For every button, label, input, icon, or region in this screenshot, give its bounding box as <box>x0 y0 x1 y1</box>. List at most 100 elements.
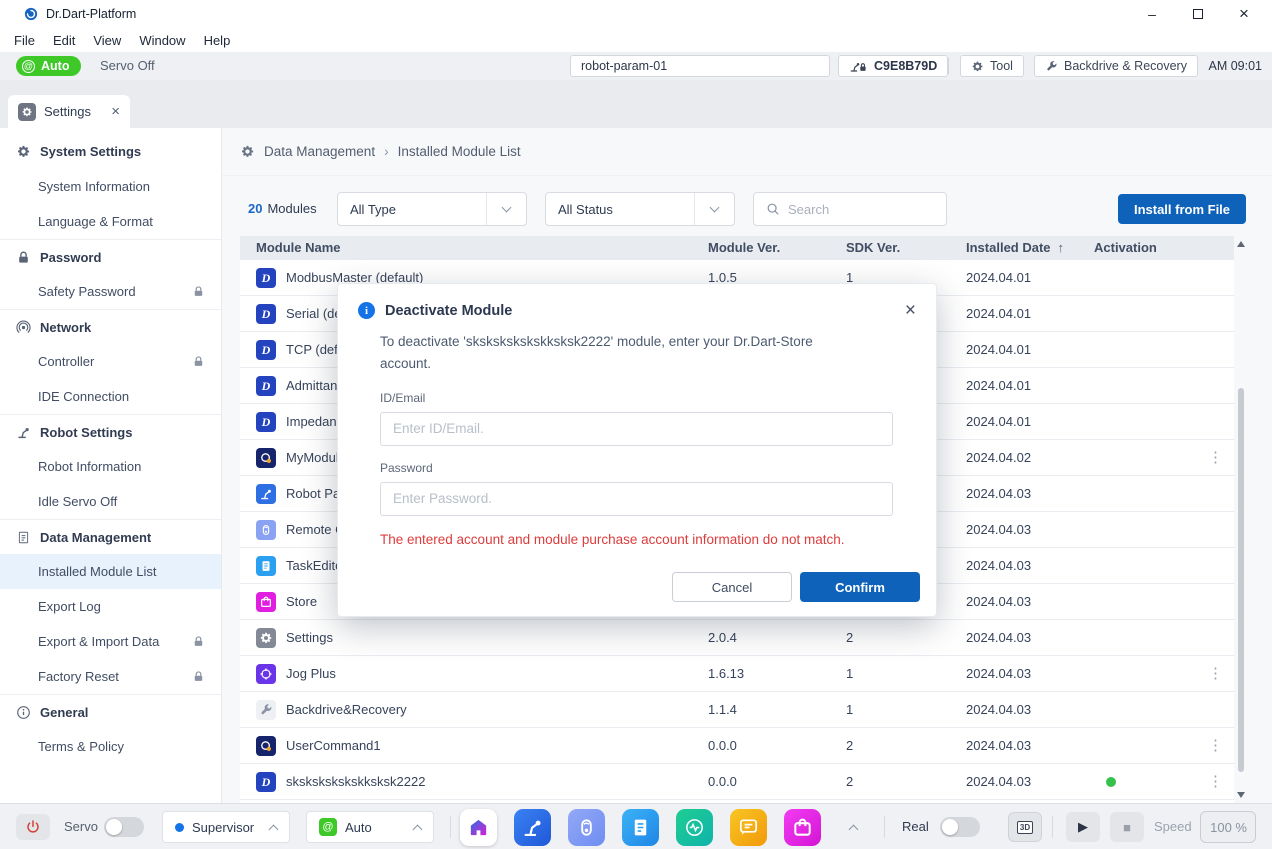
menu-edit[interactable]: Edit <box>44 33 84 48</box>
module-version: 2.0.4 <box>708 620 737 656</box>
auto-mode-label: Auto <box>41 59 69 73</box>
sidebar-item-label: System Information <box>38 179 150 194</box>
sidebar-item-system-settings[interactable]: System Settings <box>0 134 221 169</box>
speed-value-box[interactable]: 100 % <box>1200 811 1256 843</box>
app-message-button[interactable] <box>730 809 767 846</box>
tool-button[interactable]: Tool <box>960 55 1024 77</box>
password-field[interactable] <box>380 482 893 516</box>
table-row-backdrive-recovery[interactable]: Backdrive&Recovery1.1.412024.04.03 <box>240 692 1234 728</box>
table-row-settings[interactable]: Settings2.0.422024.04.03 <box>240 620 1234 656</box>
breadcrumb-page: Installed Module List <box>398 144 521 159</box>
sdk-version: 1 <box>846 692 853 728</box>
status-filter-select[interactable]: All Status <box>545 192 735 226</box>
servo-toggle[interactable] <box>104 817 144 837</box>
table-row-skskskskskskksksk2222[interactable]: Dskskskskskskksksk22220.0.022024.04.03⋮ <box>240 764 1234 800</box>
app-remote-control-button[interactable] <box>568 809 605 846</box>
sort-ascending-icon[interactable]: ↑ <box>1058 240 1065 255</box>
column-header-activation[interactable]: Activation <box>1094 236 1157 260</box>
power-icon <box>25 819 41 835</box>
robot-serial-button[interactable]: C9E8B79D <box>838 55 948 77</box>
column-header-sdk-ver[interactable]: SDK Ver. <box>846 236 900 260</box>
app-home-button[interactable] <box>460 809 497 846</box>
search-input[interactable] <box>788 202 918 217</box>
table-row-usercommand1[interactable]: UserCommand10.0.022024.04.03⋮ <box>240 728 1234 764</box>
menu-help[interactable]: Help <box>195 33 240 48</box>
minimize-button[interactable]: – <box>1144 6 1160 22</box>
auto-mode-badge[interactable]: @ Auto <box>16 56 81 76</box>
mode-select[interactable]: @ Auto <box>306 811 434 843</box>
sidebar-item-label: Export Log <box>38 599 101 614</box>
backdrive-button-label: Backdrive & Recovery <box>1064 59 1187 73</box>
sidebar-item-installed-module-list[interactable]: Installed Module List <box>0 554 221 589</box>
sidebar-item-controller[interactable]: Controller <box>0 344 221 379</box>
store-bag-icon <box>256 592 276 612</box>
status-filter-value: All Status <box>558 202 613 217</box>
simulator-3d-button[interactable]: 3D <box>1008 812 1042 842</box>
scrollbar-thumb[interactable] <box>1238 388 1244 772</box>
app-robot-params-button[interactable] <box>514 809 551 846</box>
sdk-version: 2 <box>846 764 853 800</box>
app-title: Dr.Dart-Platform <box>46 7 136 21</box>
sidebar-item-language-format[interactable]: Language & Format <box>0 204 221 239</box>
type-filter-value: All Type <box>350 202 396 217</box>
tab-close-icon[interactable]: × <box>111 103 120 120</box>
sidebar-item-idle-servo-off[interactable]: Idle Servo Off <box>0 484 221 519</box>
close-window-button[interactable]: × <box>1236 6 1252 22</box>
module-name-cell: Jog Plus <box>256 656 336 692</box>
dock-collapse-icon[interactable] <box>849 825 859 835</box>
maximize-button[interactable] <box>1190 6 1206 22</box>
sidebar-item-label: Robot Settings <box>40 425 132 440</box>
play-button[interactable]: ▶ <box>1066 812 1100 842</box>
column-header-module-name[interactable]: Module Name <box>256 236 341 260</box>
sidebar-item-robot-information[interactable]: Robot Information <box>0 449 221 484</box>
backdrive-recovery-button[interactable]: Backdrive & Recovery <box>1034 55 1198 77</box>
sidebar-item-export-log[interactable]: Export Log <box>0 589 221 624</box>
sidebar-item-data-management[interactable]: Data Management <box>0 519 221 554</box>
app-store-button[interactable] <box>784 809 821 846</box>
confirm-button[interactable]: Confirm <box>800 572 920 602</box>
robot-param-input[interactable] <box>570 55 830 77</box>
sidebar-item-terms-policy[interactable]: Terms & Policy <box>0 729 221 764</box>
filter-bar: 20Modules All Type All Status Install fr… <box>222 192 1272 226</box>
sidebar-item-export-import-data[interactable]: Export & Import Data <box>0 624 221 659</box>
cancel-button[interactable]: Cancel <box>672 572 792 602</box>
sdk-version: 1 <box>846 656 853 692</box>
row-menu-button[interactable]: ⋮ <box>1202 656 1229 692</box>
sidebar-item-system-information[interactable]: System Information <box>0 169 221 204</box>
row-menu-button[interactable]: ⋮ <box>1202 440 1229 476</box>
real-toggle[interactable] <box>940 817 980 837</box>
menu-view[interactable]: View <box>84 33 130 48</box>
column-header-module-ver[interactable]: Module Ver. <box>708 236 780 260</box>
table-row-jog-plus[interactable]: Jog Plus1.6.1312024.04.03⋮ <box>240 656 1234 692</box>
menu-file[interactable]: File <box>5 33 44 48</box>
menu-window[interactable]: Window <box>130 33 194 48</box>
lock-icon <box>192 670 205 683</box>
app-task-editor-button[interactable] <box>622 809 659 846</box>
table-scrollbar[interactable] <box>1234 236 1248 803</box>
settings-sidebar: System Settings System Information Languag… <box>0 128 222 803</box>
scroll-up-icon[interactable] <box>1237 241 1245 247</box>
search-box[interactable] <box>753 192 947 226</box>
tab-settings[interactable]: Settings × <box>8 95 130 128</box>
stop-button[interactable]: ■ <box>1110 812 1144 842</box>
scroll-down-icon[interactable] <box>1237 792 1245 798</box>
install-from-file-button[interactable]: Install from File <box>1118 194 1246 224</box>
row-menu-button[interactable]: ⋮ <box>1202 728 1229 764</box>
sidebar-item-ide-connection[interactable]: IDE Connection <box>0 379 221 414</box>
sidebar-item-factory-reset[interactable]: Factory Reset <box>0 659 221 694</box>
gear-icon <box>240 144 255 159</box>
app-monitoring-button[interactable] <box>676 809 713 846</box>
row-menu-button[interactable]: ⋮ <box>1202 764 1229 800</box>
role-select[interactable]: Supervisor <box>162 811 290 843</box>
id-email-field[interactable] <box>380 412 893 446</box>
power-button[interactable] <box>16 814 50 840</box>
column-header-installed-date[interactable]: Installed Date↑ <box>966 236 1064 260</box>
sidebar-item-network[interactable]: Network <box>0 309 221 344</box>
sidebar-item-robot-settings[interactable]: Robot Settings <box>0 414 221 449</box>
sidebar-item-safety-password[interactable]: Safety Password <box>0 274 221 309</box>
dialog-close-icon[interactable]: × <box>905 301 916 320</box>
sidebar-item-label: Installed Module List <box>38 564 157 579</box>
sidebar-item-password[interactable]: Password <box>0 239 221 274</box>
sidebar-item-general[interactable]: General <box>0 694 221 729</box>
type-filter-select[interactable]: All Type <box>337 192 527 226</box>
